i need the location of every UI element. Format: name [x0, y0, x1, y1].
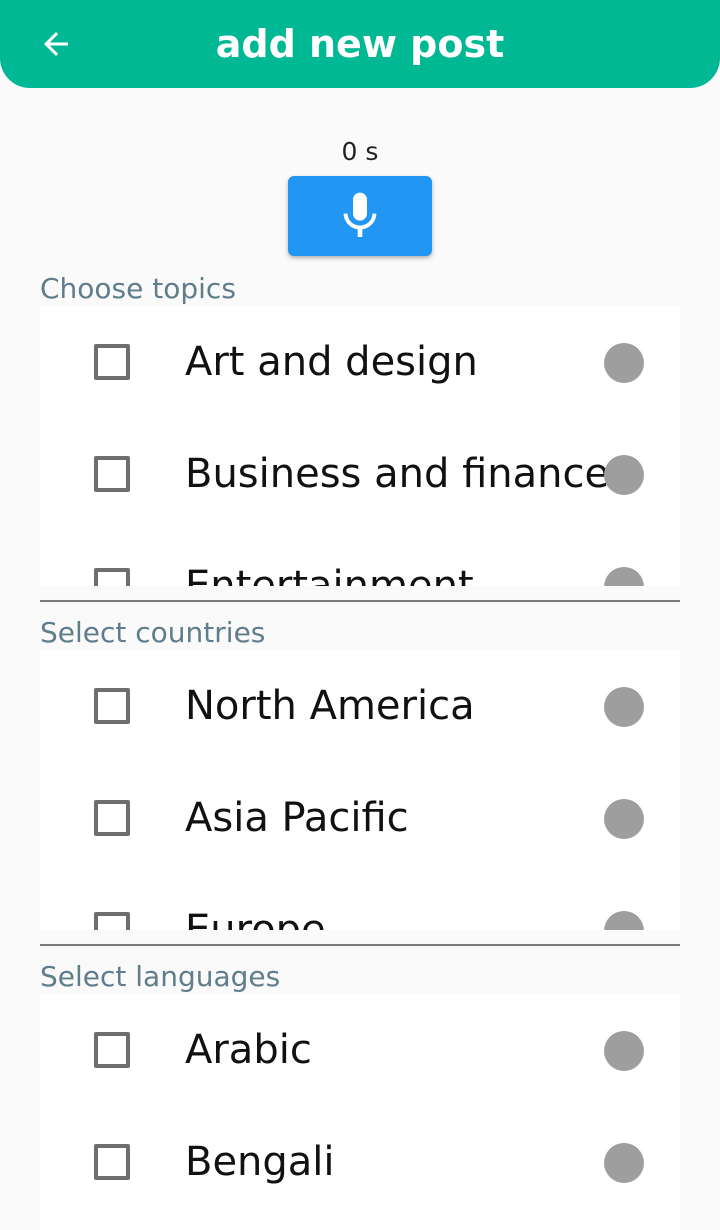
topics-list[interactable]: Art and design Business and finance Ente…: [40, 306, 680, 586]
item-label: Entertainment: [185, 563, 474, 586]
list-item[interactable]: Business and finance: [40, 418, 680, 530]
list-item[interactable]: Entertainment: [40, 530, 680, 586]
app-bar: add new post: [0, 0, 720, 88]
list-item[interactable]: Bengali: [40, 1106, 680, 1218]
radio-indicator[interactable]: [604, 1031, 644, 1071]
microphone-icon: [343, 192, 377, 237]
radio-indicator[interactable]: [604, 455, 644, 495]
radio-indicator[interactable]: [604, 1143, 644, 1183]
radio-indicator[interactable]: [604, 687, 644, 727]
item-label: Business and finance: [185, 451, 610, 497]
list-item[interactable]: Europe: [40, 874, 680, 930]
radio-indicator[interactable]: [604, 911, 644, 930]
countries-section-label: Select countries: [40, 616, 266, 649]
item-label: Europe: [185, 907, 326, 930]
list-item[interactable]: Arabic: [40, 994, 680, 1106]
countries-list[interactable]: North America Asia Pacific Europe: [40, 650, 680, 930]
checkbox[interactable]: [94, 1144, 130, 1180]
checkbox[interactable]: [94, 456, 130, 492]
radio-indicator[interactable]: [604, 799, 644, 839]
item-label: Asia Pacific: [185, 795, 409, 841]
checkbox[interactable]: [94, 688, 130, 724]
page-title: add new post: [215, 22, 505, 66]
topics-section-label: Choose topics: [40, 272, 236, 305]
radio-indicator[interactable]: [604, 343, 644, 383]
list-item[interactable]: Asia Pacific: [40, 762, 680, 874]
item-label: Bengali: [185, 1139, 335, 1185]
languages-list[interactable]: Arabic Bengali: [40, 994, 680, 1230]
item-label: Art and design: [185, 339, 478, 385]
list-item[interactable]: Art and design: [40, 306, 680, 418]
recording-timer: 0 s: [341, 137, 379, 166]
record-button[interactable]: [288, 176, 432, 256]
list-item[interactable]: North America: [40, 650, 680, 762]
languages-section-label: Select languages: [40, 960, 281, 993]
divider: [40, 944, 680, 946]
item-label: Arabic: [185, 1027, 312, 1073]
checkbox[interactable]: [94, 344, 130, 380]
item-label: North America: [185, 683, 475, 729]
checkbox[interactable]: [94, 912, 130, 930]
checkbox[interactable]: [94, 1032, 130, 1068]
radio-indicator[interactable]: [604, 567, 644, 586]
checkbox[interactable]: [94, 800, 130, 836]
divider: [40, 600, 680, 602]
checkbox[interactable]: [94, 568, 130, 586]
